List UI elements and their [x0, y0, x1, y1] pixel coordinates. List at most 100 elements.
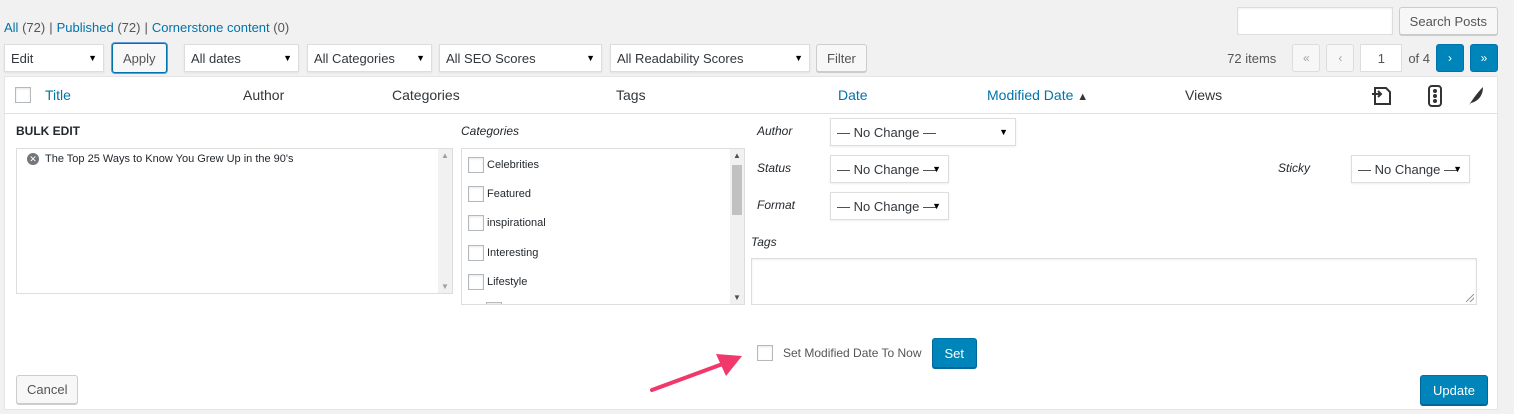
chevron-down-icon: ▼ — [932, 164, 941, 174]
bulk-action-select[interactable]: Edit ▼ — [4, 44, 104, 72]
tags-textarea[interactable] — [751, 258, 1477, 305]
search-posts-button[interactable]: Search Posts — [1398, 7, 1498, 35]
column-date[interactable]: Date — [838, 87, 868, 103]
view-cornerstone-link[interactable]: Cornerstone content (0) — [152, 20, 289, 35]
category-checkbox[interactable] — [468, 245, 484, 261]
separator: | — [144, 20, 148, 35]
chevron-down-icon: ▼ — [932, 201, 941, 211]
search-input[interactable] — [1236, 7, 1393, 35]
list-item: ✕ The Top 25 Ways to Know You Grew Up in… — [27, 153, 294, 165]
comments-column-icon — [1370, 85, 1392, 110]
select-all-checkbox[interactable] — [15, 87, 31, 103]
format-label: Format — [757, 198, 796, 212]
remove-post-icon[interactable]: ✕ — [27, 153, 39, 165]
date-filter-select[interactable]: All dates ▼ — [184, 44, 299, 72]
status-value: — No Change — — [837, 161, 936, 177]
chevron-down-icon: ▼ — [88, 53, 97, 63]
bulk-action-value: Edit — [11, 50, 34, 66]
format-value: — No Change — — [837, 198, 936, 214]
resize-handle-icon[interactable] — [1466, 294, 1474, 302]
filter-button[interactable]: Filter — [816, 44, 867, 72]
seo-score-filter-select[interactable]: All SEO Scores ▼ — [439, 44, 602, 72]
date-filter-value: All dates — [191, 50, 241, 66]
chevron-down-icon: ▼ — [794, 53, 803, 63]
bulk-edit-panel: BULK EDIT ✕ The Top 25 Ways to Know You … — [4, 114, 1498, 410]
separator: | — [49, 20, 53, 35]
category-item-celebrities[interactable]: Celebrities — [468, 157, 539, 173]
sort-ascending-icon: ▲ — [1077, 91, 1089, 103]
category-item-partial[interactable] — [486, 302, 502, 304]
view-cornerstone-count: (0) — [273, 20, 290, 35]
categories-checklist: Celebrities Featured inspirational Inter… — [461, 148, 745, 305]
column-views: Views — [1185, 87, 1223, 103]
view-all-label: All — [4, 20, 19, 35]
tags-label: Tags — [751, 235, 777, 249]
tablenav-top: Edit ▼ Apply All dates ▼ All Categories ▼ A… — [4, 43, 1498, 74]
column-author: Author — [243, 87, 285, 103]
category-label: inspirational — [487, 217, 546, 229]
readability-filter-select[interactable]: All Readability Scores ▼ — [610, 44, 810, 72]
scrollbar[interactable]: ▲ ▼ — [730, 149, 744, 304]
set-button[interactable]: Set — [931, 338, 978, 368]
prev-page-button: ‹ — [1326, 44, 1355, 72]
bulk-edit-heading: BULK EDIT — [16, 124, 80, 138]
category-item-interesting[interactable]: Interesting — [468, 245, 538, 261]
sticky-select[interactable]: — No Change — ▼ — [1351, 155, 1470, 183]
chevron-down-icon: ▼ — [586, 53, 595, 63]
sticky-label: Sticky — [1278, 161, 1311, 175]
apply-button[interactable]: Apply — [112, 43, 167, 73]
chevron-down-icon: ▼ — [999, 127, 1008, 137]
sticky-value: — No Change — — [1358, 161, 1457, 177]
scroll-down-icon: ▼ — [733, 293, 741, 302]
seo-score-filter-value: All SEO Scores — [446, 50, 536, 66]
author-label: Author — [757, 124, 793, 138]
column-modified-date[interactable]: Modified Date ▲ — [987, 87, 1088, 103]
pagination: 72 items « ‹ 1 of 4 › » — [1227, 44, 1498, 72]
category-label: Celebrities — [487, 159, 539, 171]
column-tags: Tags — [616, 87, 646, 103]
set-modified-label: Set Modified Date To Now — [783, 346, 922, 360]
next-page-button[interactable]: › — [1436, 44, 1464, 72]
status-select[interactable]: — No Change — ▼ — [830, 155, 949, 183]
category-filter-select[interactable]: All Categories ▼ — [307, 44, 432, 72]
categories-label: Categories — [461, 124, 520, 138]
posts-table-header: Title Author Categories Tags Date Modifi… — [4, 76, 1498, 114]
view-published-label: Published — [56, 20, 114, 35]
update-button[interactable]: Update — [1420, 375, 1488, 405]
category-item-inspirational[interactable]: inspirational — [468, 215, 546, 231]
chevron-down-icon: ▼ — [416, 53, 425, 63]
category-item-featured[interactable]: Featured — [468, 186, 531, 202]
total-pages: of 4 — [1408, 50, 1430, 66]
annotation-arrow — [650, 354, 742, 392]
scrollbar[interactable]: ▲ ▼ — [438, 149, 452, 293]
category-item-lifestyle[interactable]: Lifestyle — [468, 274, 527, 290]
chevron-down-icon: ▼ — [1453, 164, 1462, 174]
format-select[interactable]: — No Change — ▼ — [830, 192, 949, 220]
author-select[interactable]: — No Change — ▼ — [830, 118, 1016, 146]
view-all-link[interactable]: All (72) — [4, 20, 45, 35]
category-filter-value: All Categories — [314, 50, 395, 66]
scrollbar-thumb[interactable] — [732, 165, 742, 215]
cancel-button[interactable]: Cancel — [16, 375, 79, 404]
scroll-up-icon: ▲ — [733, 151, 741, 160]
category-checkbox[interactable] — [486, 302, 502, 304]
column-title[interactable]: Title — [45, 87, 71, 103]
search-box: Search Posts — [1236, 7, 1498, 35]
category-checkbox[interactable] — [468, 186, 484, 202]
category-checkbox[interactable] — [468, 157, 484, 173]
quill-feather-icon — [1467, 85, 1485, 110]
view-all-count: (72) — [22, 20, 46, 35]
last-page-button[interactable]: » — [1470, 44, 1498, 72]
view-published-link[interactable]: Published (72) — [57, 20, 141, 35]
traffic-light-icon — [1428, 85, 1442, 110]
author-value: — No Change — — [837, 124, 936, 140]
set-modified-checkbox[interactable] — [757, 345, 773, 361]
category-checkbox[interactable] — [468, 215, 484, 231]
view-cornerstone-label: Cornerstone content — [151, 20, 270, 35]
category-label: Featured — [487, 188, 532, 200]
current-page-input[interactable]: 1 — [1360, 44, 1403, 72]
selected-posts-list: ✕ The Top 25 Ways to Know You Grew Up in… — [16, 148, 453, 294]
scroll-up-icon: ▲ — [441, 151, 449, 160]
status-label: Status — [757, 161, 792, 175]
category-checkbox[interactable] — [468, 274, 484, 290]
